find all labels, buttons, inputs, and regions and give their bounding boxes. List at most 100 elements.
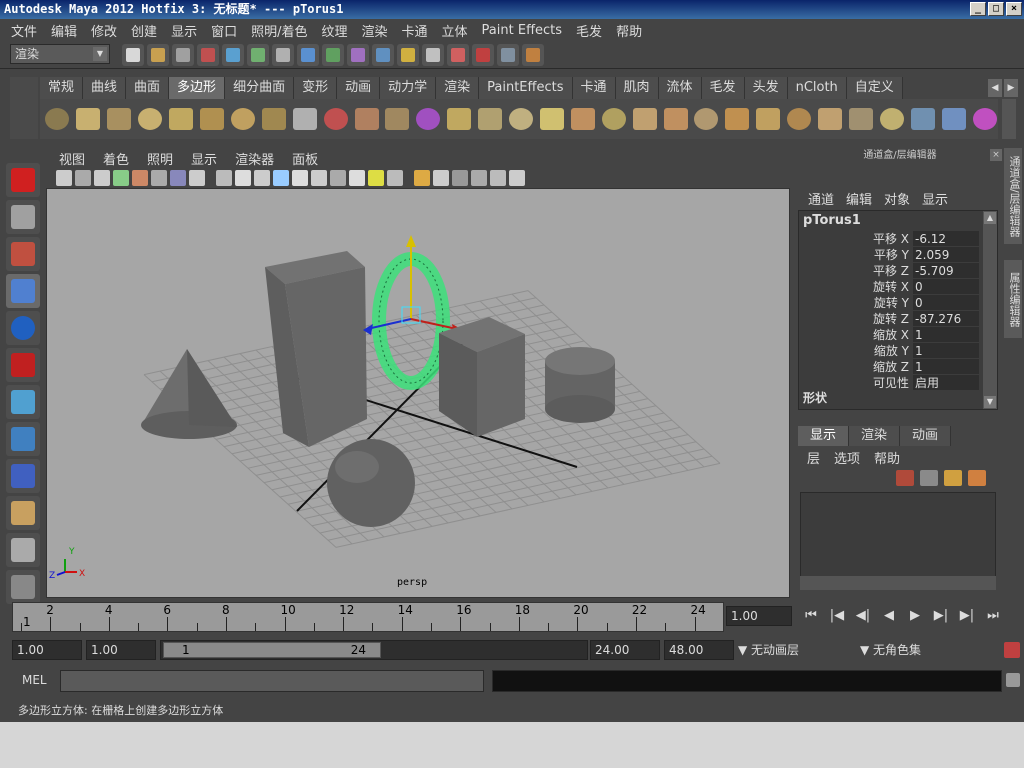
step-back-frame-button[interactable]: ◀| — [852, 606, 874, 626]
menu-set-dropdown[interactable]: 渲染 ▼ — [10, 44, 110, 64]
panel-menu-1[interactable]: 着色 — [94, 149, 138, 168]
channel-box-menu-3[interactable]: 显示 — [916, 189, 954, 208]
image-plane-icon[interactable] — [94, 170, 110, 186]
shelf-scroll-left-button[interactable]: ◀ — [988, 79, 1002, 97]
smooth-icon[interactable] — [415, 104, 442, 134]
select-component-icon[interactable] — [247, 44, 269, 66]
layout-single-icon[interactable] — [6, 533, 40, 567]
duplicate-face-icon[interactable] — [878, 104, 905, 134]
move-tool-icon[interactable] — [6, 274, 40, 308]
menu-8[interactable]: 渲染 — [355, 21, 395, 40]
poly-plane-icon[interactable] — [168, 104, 195, 134]
menu-2[interactable]: 修改 — [84, 21, 124, 40]
open-scene-icon[interactable] — [147, 44, 169, 66]
mel-label[interactable]: MEL — [22, 673, 47, 687]
planar-map-icon[interactable] — [940, 104, 967, 134]
shelf-tab-8[interactable]: 渲染 — [436, 77, 480, 99]
poly-soccer-ball-icon[interactable] — [291, 104, 318, 134]
soft-mod-icon[interactable] — [6, 422, 40, 456]
snap-plane-icon[interactable] — [372, 44, 394, 66]
merge-icon[interactable] — [724, 104, 751, 134]
snap-grid-icon[interactable] — [297, 44, 319, 66]
use-lights-icon[interactable] — [292, 170, 308, 186]
channel-row[interactable]: 旋转 X 0 — [803, 279, 979, 295]
shelf-tab-13[interactable]: 毛发 — [701, 77, 745, 99]
extrude-icon[interactable] — [508, 104, 535, 134]
hypershade-icon[interactable] — [522, 44, 544, 66]
layer-menu-0[interactable]: 层 — [800, 448, 827, 467]
insert-loop-icon[interactable] — [631, 104, 658, 134]
channel-row[interactable]: 平移 X -6.12 — [803, 231, 979, 247]
panel-menu-2[interactable]: 照明 — [138, 149, 182, 168]
mirror-icon[interactable] — [477, 104, 504, 134]
channel-row[interactable]: 平移 Y 2.059 — [803, 247, 979, 263]
select-tool-icon[interactable] — [6, 163, 40, 197]
side-tab-channel-box[interactable]: 通道盒/层编辑器 — [1004, 148, 1022, 244]
delete-edge-icon[interactable] — [755, 104, 782, 134]
range-slider[interactable]: 1 24 — [160, 640, 588, 660]
character-set-dropdown[interactable]: ▼ 无角色集 — [860, 642, 980, 660]
channel-box-object-name[interactable]: pTorus1 — [803, 213, 861, 228]
maximize-button[interactable]: □ — [988, 2, 1004, 16]
panel-layout-icon[interactable] — [509, 170, 525, 186]
channel-row[interactable]: 缩放 Y 1 — [803, 343, 979, 359]
textured-icon[interactable] — [273, 170, 289, 186]
poly-sphere-icon[interactable] — [44, 104, 71, 134]
bevel-icon[interactable] — [693, 104, 720, 134]
layer-tab-2[interactable]: 动画 — [900, 426, 952, 446]
shelf-tab-4[interactable]: 细分曲面 — [225, 77, 295, 99]
ipr-icon[interactable] — [472, 44, 494, 66]
poly-cone-icon[interactable] — [137, 104, 164, 134]
uv-editor-icon[interactable] — [909, 104, 936, 134]
channel-value[interactable]: 1 — [913, 359, 979, 375]
time-slider[interactable]: 1 2 4 6 8 10 12 14 16 18 20 22 24 — [12, 602, 724, 632]
panel-menu-3[interactable]: 显示 — [182, 149, 226, 168]
channel-value[interactable]: 启用 — [913, 375, 979, 391]
shelf-scroll-right-button[interactable]: ▶ — [1004, 79, 1018, 97]
channel-box-menu-1[interactable]: 编辑 — [840, 189, 878, 208]
channel-row[interactable]: 缩放 X 1 — [803, 327, 979, 343]
channel-value[interactable]: -6.12 — [913, 231, 979, 247]
menu-3[interactable]: 创建 — [124, 21, 164, 40]
anim-end-field[interactable]: 48.00 — [664, 640, 734, 660]
smooth-shade-icon[interactable] — [235, 170, 251, 186]
boolean-icon[interactable] — [446, 104, 473, 134]
shelf-tab-1[interactable]: 曲线 — [83, 77, 127, 99]
play-backwards-button[interactable]: ◀ — [878, 606, 900, 626]
current-frame-field[interactable]: 1.00 — [726, 606, 792, 626]
menu-4[interactable]: 显示 — [164, 21, 204, 40]
grid-icon[interactable] — [151, 170, 167, 186]
go-to-start-button[interactable]: ⏮ — [800, 606, 822, 626]
shelf-handle[interactable] — [10, 77, 38, 139]
channel-value[interactable]: 1 — [913, 327, 979, 343]
screen-space-ao-icon[interactable] — [433, 170, 449, 186]
bookmark-icon[interactable] — [75, 170, 91, 186]
channel-row[interactable]: 缩放 Z 1 — [803, 359, 979, 375]
channel-box-close-button[interactable]: × — [990, 149, 1002, 161]
script-editor-icon[interactable] — [1006, 673, 1020, 687]
menu-10[interactable]: 立体 — [435, 21, 475, 40]
chamfer-icon[interactable] — [786, 104, 813, 134]
perspective-viewport[interactable]: Y X Z persp — [46, 188, 790, 598]
channel-row[interactable]: 旋转 Y 0 — [803, 295, 979, 311]
show-manip-icon[interactable] — [6, 459, 40, 493]
shelf-tab-3[interactable]: 多边形 — [169, 77, 226, 99]
menu-7[interactable]: 纹理 — [314, 21, 354, 40]
render-settings-icon[interactable] — [497, 44, 519, 66]
separate-icon[interactable] — [353, 104, 380, 134]
channel-value[interactable]: -87.276 — [913, 311, 979, 327]
extract-icon[interactable] — [384, 104, 411, 134]
scroll-down-icon[interactable]: ▼ — [984, 396, 996, 408]
shelf-tab-6[interactable]: 动画 — [337, 77, 381, 99]
layer-menu-1[interactable]: 选项 — [827, 448, 867, 467]
move-layer-up-icon[interactable] — [944, 470, 962, 486]
channel-box-menu-0[interactable]: 通道 — [802, 189, 840, 208]
go-to-end-button[interactable]: ⏭ — [982, 606, 1004, 626]
make-live-icon[interactable] — [397, 44, 419, 66]
sculpt-icon[interactable] — [971, 104, 998, 134]
poly-pyramid-icon[interactable] — [229, 104, 256, 134]
anim-start-field[interactable]: 1.00 — [12, 640, 82, 660]
multisample-icon[interactable] — [471, 170, 487, 186]
offset-loop-icon[interactable] — [662, 104, 689, 134]
default-light-icon[interactable] — [387, 170, 403, 186]
